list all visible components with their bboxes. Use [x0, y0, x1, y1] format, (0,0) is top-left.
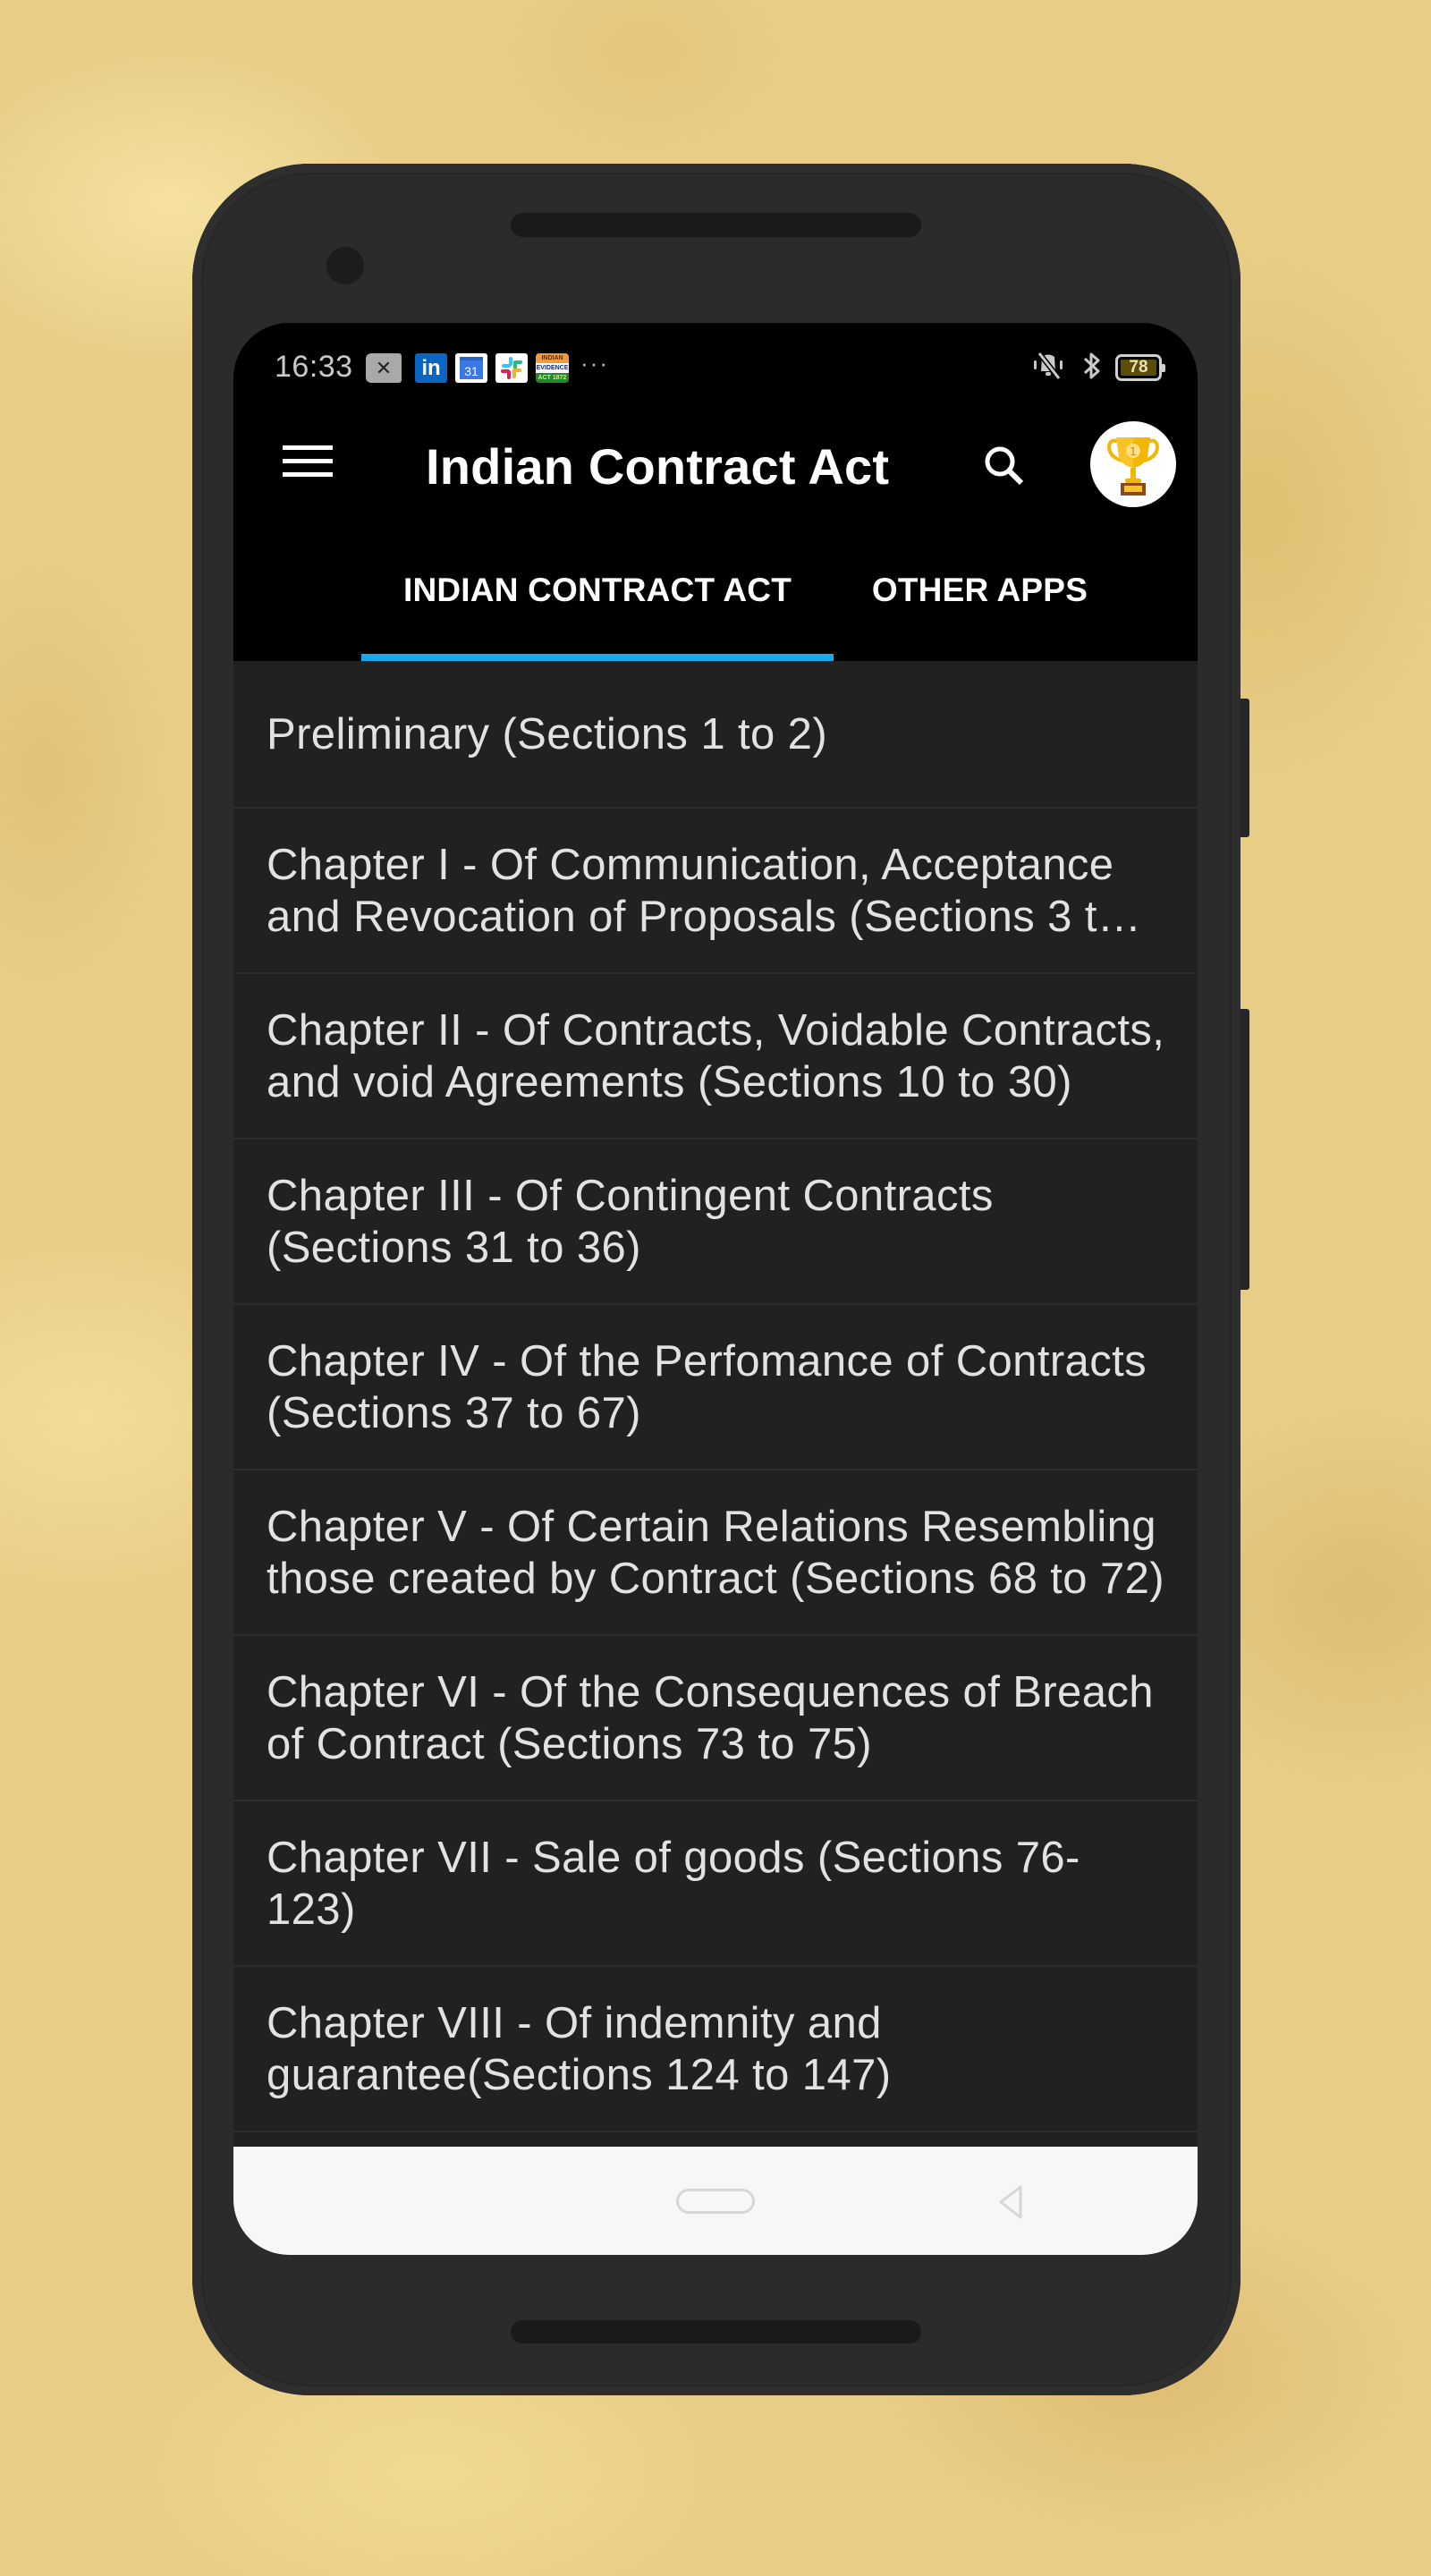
back-button[interactable] [994, 2184, 1029, 2220]
app-bar: Indian Contract Act 1 [233, 403, 1198, 520]
phone-bottom-speaker [511, 2320, 921, 2343]
app-title: Indian Contract Act [426, 438, 890, 495]
list-item[interactable]: Preliminary (Sections 1 to 2) [233, 661, 1198, 809]
list-item[interactable]: Chapter II - Of Contracts, Voidable Cont… [233, 974, 1198, 1140]
tab-other-apps[interactable]: OTHER APPS [834, 520, 1126, 661]
tab-indicator [361, 654, 834, 661]
trophy-icon[interactable]: 1 [1090, 421, 1176, 507]
list-item[interactable]: Chapter III - Of Contingent Contracts (S… [233, 1140, 1198, 1305]
battery-icon: 78 [1115, 354, 1165, 381]
iea-line-1: INDIAN [536, 353, 569, 363]
system-nav-bar [233, 2147, 1198, 2255]
list-item-label: Chapter II - Of Contracts, Voidable Cont… [267, 1005, 1165, 1106]
list-item[interactable]: Chapter V - Of Certain Relations Resembl… [233, 1470, 1198, 1636]
close-notification-icon: ✕ [366, 353, 402, 383]
list-item-label: Chapter VIII - Of indemnity and guarante… [267, 1998, 892, 2099]
google-calendar-icon: 31 [455, 353, 487, 383]
linkedin-icon: in [415, 353, 447, 383]
list-item-label: Chapter V - Of Certain Relations Resembl… [267, 1502, 1164, 1603]
battery-level: 78 [1121, 359, 1156, 376]
bluetooth-icon [1081, 350, 1103, 386]
list-item-label: Chapter III - Of Contingent Contracts (S… [267, 1171, 994, 1272]
phone-earpiece [511, 213, 921, 237]
phone-power-button [1240, 699, 1249, 837]
list-item[interactable]: Chapter VI - Of the Consequences of Brea… [233, 1636, 1198, 1801]
list-item-label: Chapter VII - Sale of goods (Sections 76… [267, 1833, 1080, 1934]
tab-indian-contract-act[interactable]: INDIAN CONTRACT ACT [361, 520, 834, 661]
iea-line-2: EVIDENCE [536, 363, 569, 373]
status-bar: 16:33 ✕ in 31 INDIAN EVIDENCE ACT 1872 ·… [233, 323, 1198, 403]
search-icon[interactable] [976, 437, 1033, 495]
list-item[interactable]: Chapter VIII - Of indemnity and guarante… [233, 1967, 1198, 2132]
iea-line-3: ACT 1872 [536, 373, 569, 383]
list-item[interactable]: Chapter IV - Of the Perfomance of Contra… [233, 1305, 1198, 1470]
chapter-list: Preliminary (Sections 1 to 2) Chapter I … [233, 661, 1198, 2132]
home-button[interactable] [676, 2189, 755, 2214]
list-item-label: Chapter I - Of Communication, Acceptance… [267, 840, 1122, 941]
vibrate-off-icon [1028, 350, 1069, 386]
list-item-label: Chapter IV - Of the Perfomance of Contra… [267, 1336, 1147, 1437]
phone-volume-button [1240, 1009, 1249, 1290]
indian-evidence-act-icon: INDIAN EVIDENCE ACT 1872 [536, 353, 569, 383]
list-item[interactable]: Chapter I - Of Communication, Acceptance… [233, 809, 1198, 974]
list-item-label: Preliminary (Sections 1 to 2) [267, 709, 828, 758]
list-item[interactable]: Chapter VII - Sale of goods (Sections 76… [233, 1801, 1198, 1967]
status-time: 16:33 [275, 350, 353, 384]
trophy-number: 1 [1130, 445, 1137, 458]
more-notifications-icon: ··· [580, 350, 609, 377]
list-item-label: Chapter VI - Of the Consequences of Brea… [267, 1667, 1154, 1768]
slack-icon [495, 353, 528, 383]
tab-bar: INDIAN CONTRACT ACT OTHER APPS [233, 520, 1198, 661]
phone-screen: 16:33 ✕ in 31 INDIAN EVIDENCE ACT 1872 ·… [233, 323, 1198, 2255]
hamburger-menu-icon[interactable] [283, 445, 333, 477]
calendar-day: 31 [460, 357, 483, 379]
status-icons: 78 [1028, 350, 1165, 386]
front-camera [326, 247, 364, 284]
